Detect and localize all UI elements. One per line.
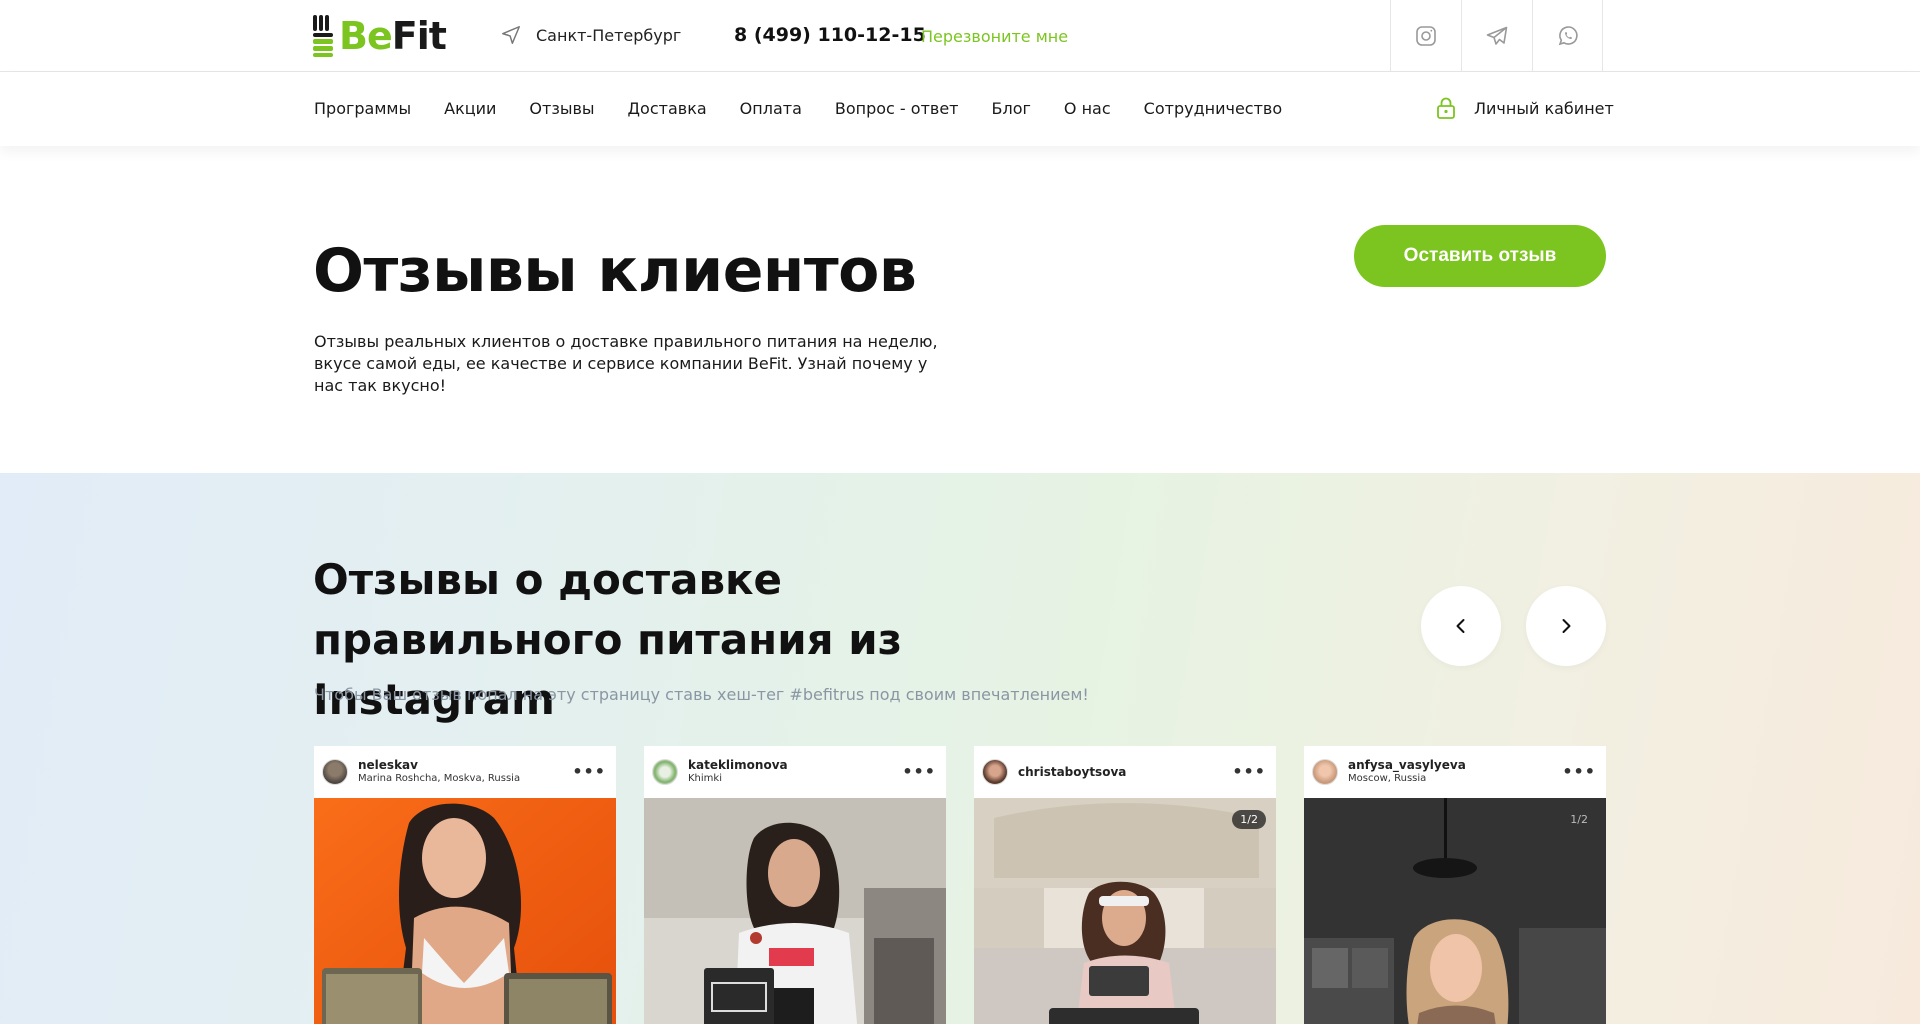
callback-link[interactable]: Перезвоните мне: [921, 27, 1068, 46]
avatar: [1312, 759, 1338, 785]
image-counter: 1/2: [1570, 813, 1588, 826]
instagram-reviews-section: Отзывы о доставке правильного питания из…: [0, 473, 1920, 1024]
nav-item-delivery[interactable]: Доставка: [628, 99, 707, 118]
post-image: [644, 798, 946, 1024]
post-username: anfysa_vasylyeva: [1348, 758, 1466, 772]
nav-item-reviews[interactable]: Отзывы: [529, 99, 594, 118]
whatsapp-icon: [1558, 26, 1578, 46]
personal-account-label: Личный кабинет: [1474, 98, 1614, 118]
leave-review-button[interactable]: Оставить отзыв: [1354, 225, 1606, 287]
post-header: christaboytsova •••: [974, 746, 1276, 798]
more-options-icon[interactable]: •••: [572, 762, 606, 781]
instagram-post[interactable]: christaboytsova ••• 1/2: [974, 746, 1276, 1024]
top-header: BeFit Санкт-Петербург 8 (499) 110-12-15 …: [0, 0, 1920, 72]
chevron-left-icon: [1456, 619, 1465, 633]
nav-item-programs[interactable]: Программы: [314, 99, 411, 118]
nav-item-payment[interactable]: Оплата: [740, 99, 802, 118]
instagram-post[interactable]: kateklimonova Khimki •••: [644, 746, 946, 1024]
more-options-icon[interactable]: •••: [1232, 762, 1266, 781]
page-description: Отзывы реальных клиентов о доставке прав…: [314, 332, 938, 395]
avatar: [652, 759, 678, 785]
reviews-hero: Отзывы клиентов Отзывы реальных клиентов…: [0, 146, 1920, 473]
post-image: [314, 798, 616, 1024]
avatar: [322, 759, 348, 785]
post-location: Marina Roshcha, Moskva, Russia: [358, 773, 521, 784]
nav-menu: Программы Акции Отзывы Доставка Оплата В…: [314, 99, 1315, 118]
post-username: kateklimonova: [688, 758, 788, 772]
more-options-icon[interactable]: •••: [902, 762, 936, 781]
post-username: neleskav: [358, 758, 418, 772]
lock-icon: [1437, 97, 1455, 119]
post-image: 1/2: [974, 798, 1276, 1024]
post-image: 1/2: [1304, 798, 1606, 1024]
post-location: Moscow, Russia: [1348, 773, 1427, 784]
fork-logo-icon: [313, 15, 335, 57]
social-links: [1390, 0, 1603, 72]
city-selector[interactable]: Санкт-Петербург: [500, 24, 681, 46]
whatsapp-link[interactable]: [1532, 0, 1603, 72]
page-title: Отзывы клиентов: [313, 236, 917, 306]
more-options-icon[interactable]: •••: [1562, 762, 1596, 781]
city-name: Санкт-Петербург: [536, 25, 682, 45]
instagram-section-subtitle: Чтобы Ваш отзыв попал на эту страницу ст…: [314, 685, 1089, 704]
main-navigation: Программы Акции Отзывы Доставка Оплата В…: [0, 72, 1920, 146]
instagram-posts-carousel: neleskav Marina Roshcha, Moskva, Russia …: [314, 746, 1606, 1024]
image-counter: 1/2: [1232, 810, 1266, 829]
post-header: anfysa_vasylyeva Moscow, Russia •••: [1304, 746, 1606, 798]
instagram-post[interactable]: neleskav Marina Roshcha, Moskva, Russia …: [314, 746, 616, 1024]
personal-account-link[interactable]: Личный кабинет: [1436, 97, 1614, 119]
nav-item-blog[interactable]: Блог: [992, 99, 1031, 118]
post-header: neleskav Marina Roshcha, Moskva, Russia …: [314, 746, 616, 798]
instagram-icon: [1416, 26, 1436, 46]
nav-item-faq[interactable]: Вопрос - ответ: [835, 99, 959, 118]
instagram-link[interactable]: [1390, 0, 1461, 72]
post-username: christaboytsova: [1018, 764, 1127, 779]
phone-number[interactable]: 8 (499) 110-12-15: [734, 24, 926, 46]
carousel-prev-button[interactable]: [1421, 586, 1501, 666]
telegram-link[interactable]: [1461, 0, 1532, 72]
telegram-icon: [1486, 26, 1508, 45]
instagram-post[interactable]: anfysa_vasylyeva Moscow, Russia ••• 1/2: [1304, 746, 1606, 1024]
befit-logo[interactable]: BeFit: [313, 14, 447, 58]
post-location: Khimki: [688, 773, 722, 784]
chevron-right-icon: [1562, 619, 1571, 633]
nav-item-about[interactable]: О нас: [1064, 99, 1111, 118]
carousel-next-button[interactable]: [1526, 586, 1606, 666]
nav-item-cooperation[interactable]: Сотрудничество: [1144, 99, 1282, 118]
post-header: kateklimonova Khimki •••: [644, 746, 946, 798]
logo-text: BeFit: [339, 14, 447, 58]
nav-item-promotions[interactable]: Акции: [444, 99, 496, 118]
location-arrow-icon: [502, 26, 520, 44]
avatar: [982, 759, 1008, 785]
